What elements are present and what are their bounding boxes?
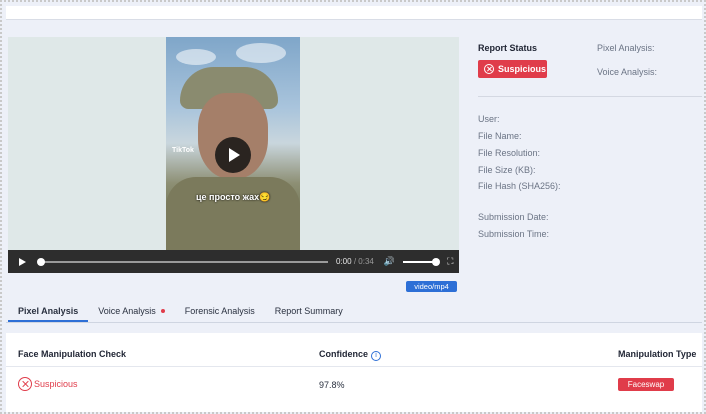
cloud-shape bbox=[236, 43, 286, 63]
fullscreen-icon[interactable]: ⛶ bbox=[447, 256, 453, 267]
check-result: Suspicious bbox=[18, 377, 78, 391]
video-player[interactable]: TikTok це просто жах😏 0:00 / 0:34 🔊 ⛶ bbox=[8, 37, 459, 273]
tab-label: Report Summary bbox=[274, 306, 343, 316]
submission-time-label: Submission Time: bbox=[478, 229, 550, 239]
file-hash-label: File Hash (SHA256): bbox=[478, 181, 561, 191]
confidence-value: 97.8% bbox=[319, 380, 345, 390]
x-circle-icon bbox=[484, 64, 494, 74]
alert-dot-icon bbox=[160, 309, 165, 313]
pixel-analysis-label: Pixel Analysis: bbox=[597, 43, 655, 53]
divider bbox=[478, 96, 702, 97]
mime-badge: video/mp4 bbox=[406, 281, 457, 292]
tab-voice-analysis[interactable]: Voice Analysis bbox=[88, 304, 175, 322]
check-result-label: Suspicious bbox=[34, 379, 78, 389]
file-size-label: File Size (KB): bbox=[478, 165, 536, 175]
tab-pixel-analysis[interactable]: Pixel Analysis bbox=[8, 304, 89, 322]
row-divider bbox=[6, 366, 702, 367]
x-circle-icon bbox=[18, 377, 32, 391]
submission-date-label: Submission Date: bbox=[478, 212, 549, 222]
tiktok-watermark: TikTok bbox=[172, 147, 194, 154]
manipulation-type-badge: Faceswap bbox=[618, 378, 674, 391]
app-frame: TikTok це просто жах😏 0:00 / 0:34 🔊 ⛶ vi… bbox=[0, 0, 706, 414]
report-status-title: Report Status bbox=[478, 43, 538, 53]
report-info-panel: Report Status Suspicious Pixel Analysis:… bbox=[478, 42, 702, 242]
play-icon[interactable] bbox=[19, 257, 26, 266]
header-face-manipulation: Face Manipulation Check bbox=[18, 349, 127, 359]
time-display: 0:00 / 0:34 bbox=[336, 257, 374, 266]
volume-knob[interactable] bbox=[432, 257, 441, 266]
volume-slider[interactable] bbox=[403, 257, 441, 266]
tab-label: Voice Analysis bbox=[98, 306, 156, 316]
file-name-label: File Name: bbox=[478, 131, 522, 141]
volume-icon[interactable]: 🔊 bbox=[384, 256, 395, 267]
analysis-tabs: Pixel Analysis Voice Analysis Forensic A… bbox=[6, 304, 702, 323]
header-confidence-label: Confidence bbox=[319, 349, 369, 359]
tab-forensic-analysis[interactable]: Forensic Analysis bbox=[175, 304, 265, 322]
video-controls: 0:00 / 0:34 🔊 ⛶ bbox=[8, 250, 459, 273]
user-label: User: bbox=[478, 114, 500, 124]
play-overlay-button[interactable] bbox=[215, 137, 251, 173]
top-bar bbox=[6, 6, 702, 20]
tab-report-summary[interactable]: Report Summary bbox=[265, 304, 353, 322]
progress-bar[interactable] bbox=[37, 257, 328, 266]
cloud-shape bbox=[176, 49, 216, 65]
time-total: 0:34 bbox=[358, 257, 374, 266]
time-separator: / bbox=[353, 257, 357, 266]
video-caption: це просто жах😏 bbox=[196, 192, 271, 202]
tab-label: Pixel Analysis bbox=[18, 306, 79, 316]
header-manipulation-type: Manipulation Type bbox=[618, 349, 697, 359]
time-current: 0:00 bbox=[336, 257, 352, 266]
status-badge: Suspicious bbox=[478, 60, 547, 78]
status-badge-label: Suspicious bbox=[498, 64, 547, 74]
header-confidence: Confidence i bbox=[319, 349, 382, 361]
voice-analysis-label: Voice Analysis: bbox=[597, 67, 658, 77]
results-table: Face Manipulation Check Confidence i Mani… bbox=[6, 333, 702, 412]
progress-knob[interactable] bbox=[37, 257, 45, 266]
info-icon[interactable]: i bbox=[371, 351, 382, 361]
tab-label: Forensic Analysis bbox=[184, 306, 255, 316]
file-resolution-label: File Resolution: bbox=[478, 148, 541, 158]
